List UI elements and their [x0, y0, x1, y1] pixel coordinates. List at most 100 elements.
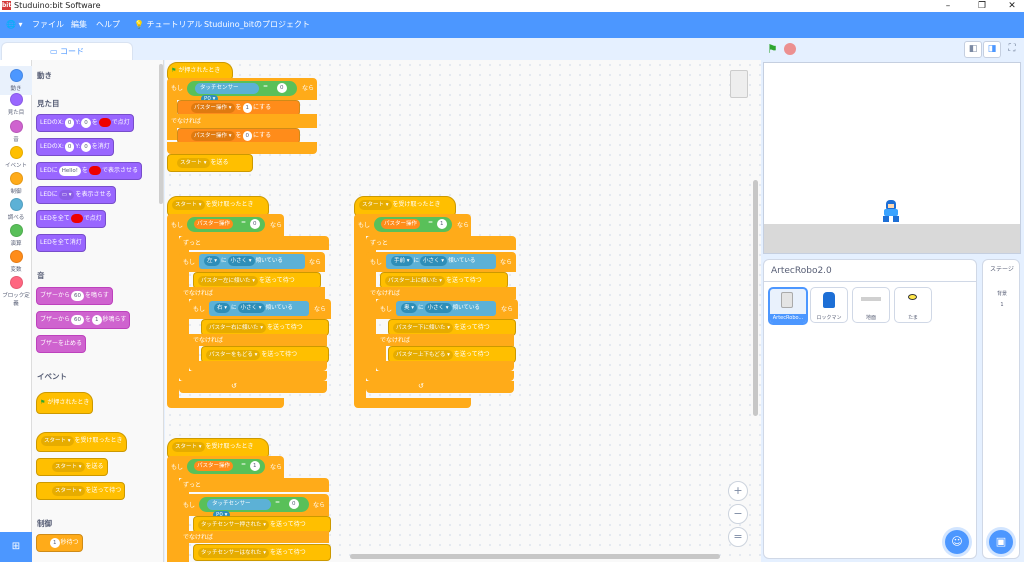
lightbulb-icon: 💡: [134, 20, 144, 29]
wait-block[interactable]: 1 秒待つ: [36, 534, 83, 552]
s4-touch-sensor[interactable]: タッチセンサー P0 ▾: [207, 499, 271, 519]
category-events[interactable]: イベント: [0, 146, 32, 169]
category-my-blocks[interactable]: ブロック定義: [0, 276, 32, 307]
scripts-area[interactable]: ⚑ が押されたとき もし タッチセンサー P0 ▾ = 0 なら パスター操作 …: [165, 60, 761, 562]
s2-forever-block[interactable]: ずっと: [179, 236, 329, 250]
s2-if-block[interactable]: もし パスター操作 = 0 なら: [167, 214, 284, 236]
category-menu: 動き 見た目 音 イベント 制御 調べる 演算 変数 ブロック定義 ⊞: [0, 60, 32, 562]
s4-send-released[interactable]: タッチセンサーはなれた ▾ を送って待つ: [193, 544, 331, 561]
s2-hat-block[interactable]: スタート ▾ を受け取ったとき: [167, 196, 269, 216]
s3-if-tilt-front[interactable]: もし 手前 ▾ に小さく ▾ 傾いている なら: [366, 252, 516, 272]
s2-tilt-sensor-2[interactable]: 右 ▾ に小さく ▾ 傾いている: [209, 301, 309, 316]
s4-if-block[interactable]: もし パスター操作 = 1 なら: [167, 456, 284, 478]
close-icon[interactable]: ✕: [1002, 0, 1022, 12]
minimize-icon[interactable]: –: [938, 0, 958, 12]
send-wait-block[interactable]: スタート ▾ を送って待つ: [36, 482, 126, 500]
green-flag-icon: ⚑: [171, 67, 177, 74]
when-receive-block[interactable]: スタート ▾ を受け取ったとき: [36, 432, 127, 452]
led-xy-on-block[interactable]: LEDのX: 0 Y: 0 をで点灯: [36, 114, 134, 132]
stage-target-pane[interactable]: ステージ 背景 1: [982, 259, 1020, 559]
zoom-reset-button[interactable]: =: [728, 527, 748, 547]
tutorial-button[interactable]: 💡 チュートリアル: [134, 12, 202, 38]
window-title: Studuino:bit Software: [14, 1, 101, 10]
s1-if-block[interactable]: もし タッチセンサー P0 ▾ = 0 なら: [167, 78, 317, 103]
choose-backdrop-button[interactable]: ▣: [989, 530, 1013, 554]
rockman-icon: [823, 292, 835, 308]
sprite-artecrobo[interactable]: ArtecRobo...: [768, 287, 808, 325]
title-bar: bit Studuino:bit Software – ❐ ✕: [0, 0, 1024, 12]
language-menu[interactable]: 🌐 ▾: [6, 12, 23, 38]
s4-hat-block[interactable]: スタート ▾ を受け取ったとき: [167, 438, 269, 458]
looks-dot-icon: [9, 93, 23, 106]
motion-dot-icon: [9, 69, 23, 82]
tab-code[interactable]: ▭ コード: [1, 42, 133, 61]
s3-if-tilt-back[interactable]: もし 奥 ▾ に小さく ▾ 傾いている なら: [376, 299, 518, 319]
rockman-sprite[interactable]: [882, 200, 900, 222]
device-preview-icon[interactable]: [730, 70, 748, 98]
green-flag-icon[interactable]: ⚑: [767, 43, 779, 55]
s2-if-tilt-left[interactable]: もし 左 ▾ に小さく ▾ 傾いている なら: [179, 252, 325, 272]
zoom-in-button[interactable]: +: [728, 481, 748, 501]
s3-tilt-sensor-1[interactable]: 手前 ▾ に小さく ▾ 傾いている: [386, 254, 496, 269]
variables-dot-icon: [9, 250, 23, 263]
zoom-out-button[interactable]: −: [728, 504, 748, 524]
app-logo: bit: [2, 1, 12, 10]
led-all-on-block[interactable]: LEDを全て で点灯: [36, 210, 106, 228]
menu-file[interactable]: ファイル: [32, 12, 64, 38]
category-control[interactable]: 制御: [0, 172, 32, 195]
sprite-rockman[interactable]: ロックマン: [810, 287, 848, 323]
control-dot-icon: [9, 172, 23, 185]
add-backdrop-icon: ▣: [995, 535, 1007, 548]
sprite-ball[interactable]: たま: [894, 287, 932, 323]
s1-touch-sensor[interactable]: タッチセンサー P0 ▾: [195, 83, 259, 103]
project-name[interactable]: Studuino_bitのプロジェクト: [204, 12, 310, 38]
palette-scrollbar[interactable]: [159, 64, 163, 204]
scripts-vertical-scrollbar[interactable]: [753, 180, 758, 416]
category-looks[interactable]: 見た目: [0, 93, 32, 116]
category-variables[interactable]: 変数: [0, 250, 32, 273]
robot-board-icon: [781, 292, 793, 308]
stop-icon[interactable]: [784, 43, 796, 55]
category-motion[interactable]: 動き: [0, 66, 32, 95]
stage-floor: [764, 224, 1020, 253]
restore-icon[interactable]: ❐: [972, 0, 992, 12]
category-sensing[interactable]: 調べる: [0, 198, 32, 221]
category-operators[interactable]: 演算: [0, 224, 32, 247]
s2-if-tilt-right[interactable]: もし 右 ▾ に小さく ▾ 傾いている なら: [189, 299, 331, 319]
small-stage-icon[interactable]: ◧: [964, 41, 982, 58]
globe-icon: 🌐: [6, 20, 16, 29]
events-dot-icon: [9, 146, 23, 159]
menu-help[interactable]: ヘルプ: [96, 12, 120, 38]
extension-icon: ⊞: [11, 541, 21, 552]
s3-if-block[interactable]: もし パスター操作 = 1 なら: [354, 214, 471, 236]
when-flag-block[interactable]: ⚑ が押されたとき: [36, 392, 94, 414]
led-text-block[interactable]: LEDに Hello! をで表示させる: [36, 162, 142, 180]
motion-header: 動き: [37, 71, 52, 80]
menu-edit[interactable]: 編集: [71, 12, 87, 38]
looks-header: 見た目: [37, 99, 60, 108]
buzzer-stop-block[interactable]: ブザーを止める: [36, 335, 87, 353]
s4-if-touch[interactable]: もし タッチセンサー P0 ▾ = 0 なら: [179, 494, 329, 519]
s1-else-label: でなければ: [167, 114, 317, 128]
s2-tilt-sensor-1[interactable]: 左 ▾ に小さく ▾ 傾いている: [199, 254, 305, 269]
buzzer-on-block[interactable]: ブザーから 60 を鳴らす: [36, 287, 113, 305]
add-extension-button[interactable]: ⊞: [0, 532, 32, 562]
operators-dot-icon: [9, 224, 23, 237]
sprite-ground[interactable]: 地面: [852, 287, 890, 323]
led-xy-off-block[interactable]: LEDのX: 0 Y: 0 を消灯: [36, 138, 114, 156]
scripts-horizontal-scrollbar[interactable]: [350, 554, 720, 559]
category-sound[interactable]: 音: [0, 120, 32, 143]
send-block[interactable]: スタート ▾ を送る: [36, 458, 108, 476]
s3-tilt-sensor-2[interactable]: 奥 ▾ に小さく ▾ 傾いている: [396, 301, 496, 316]
led-image-block[interactable]: LEDに ▭ ▾ を表示させる: [36, 186, 116, 204]
s4-forever-block[interactable]: ずっと: [179, 478, 329, 492]
s1-broadcast-block[interactable]: スタート ▾ を送る: [167, 154, 253, 172]
large-stage-icon[interactable]: ◨: [983, 41, 1001, 58]
led-all-off-block[interactable]: LEDを全て消灯: [36, 234, 86, 252]
stage-header: ⚑ ◧ ◨ ⛶: [762, 38, 1024, 62]
fullscreen-icon[interactable]: ⛶: [1004, 41, 1020, 58]
buzzer-for-block[interactable]: ブザーから 60 を 1 秒鳴らす: [36, 311, 131, 329]
choose-sprite-button[interactable]: ☺: [945, 530, 969, 554]
s3-hat-block[interactable]: スタート ▾ を受け取ったとき: [354, 196, 456, 216]
s3-forever-block[interactable]: ずっと: [366, 236, 516, 250]
